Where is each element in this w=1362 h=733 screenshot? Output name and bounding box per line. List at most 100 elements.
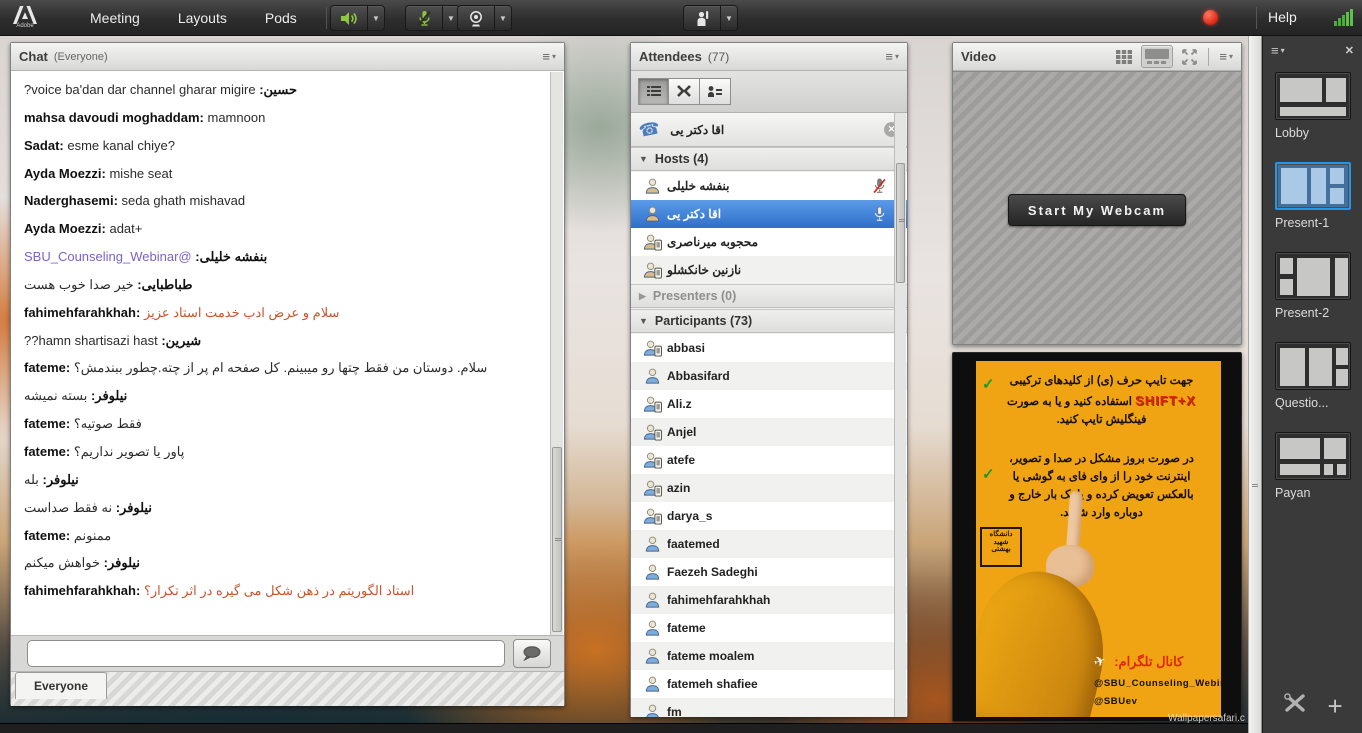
host-role-icon (643, 177, 667, 195)
menu-layouts[interactable]: Layouts (178, 10, 227, 26)
attendee-row[interactable]: Ali.z (631, 390, 907, 418)
chat-input[interactable] (27, 640, 505, 667)
speaker-button[interactable] (331, 6, 367, 30)
attendee-row[interactable]: azin (631, 474, 907, 502)
chat-message: نیلوفر: بسته نمیشه (24, 387, 540, 406)
chat-scrollbar-thumb[interactable] (552, 447, 562, 632)
video-pod-menu-button[interactable]: ≡▾ (1219, 49, 1233, 64)
attendees-toolbar (631, 71, 907, 113)
layout-thumbnail[interactable] (1275, 252, 1351, 300)
attendee-row[interactable]: اقا دکتر یی (631, 200, 907, 228)
phone-speaker-icon: ☎ (637, 118, 662, 142)
layout-item-lobby[interactable]: Lobby (1275, 72, 1355, 140)
hosts-section-label: Hosts (4) (655, 152, 708, 166)
layouts-menu-button[interactable]: ≡▾ (1271, 43, 1285, 58)
video-pod: Video (952, 42, 1242, 345)
speaker-dropdown-caret[interactable]: ▼ (367, 6, 384, 30)
attendee-row[interactable]: Faezeh Sadeghi (631, 558, 907, 586)
attendee-name: fm (667, 705, 890, 717)
chat-message: fateme: ممنونم (24, 527, 540, 546)
attendee-row[interactable]: fahimehfarahkhah (631, 586, 907, 614)
attendees-pod-menu-button[interactable]: ≡▾ (885, 49, 899, 64)
attendee-status-view-button[interactable] (700, 78, 731, 105)
attendee-name: محجوبه میرناصری (667, 235, 868, 249)
chat-pod-menu-button[interactable]: ≡▾ (542, 49, 556, 64)
university-seal: دانشگاه شهید بهشتی (980, 527, 1022, 567)
chat-message-text: voice ba'dan dar channel gharar migire? (24, 82, 259, 97)
chat-message-author: نیلوفر: (43, 472, 79, 487)
connection-signal-icon[interactable] (1334, 8, 1356, 31)
attendee-row[interactable]: Abbasifard (631, 362, 907, 390)
attendees-pod-header: Attendees (77) ≡▾ (631, 43, 907, 71)
attendee-name: abbasi (667, 341, 890, 355)
layout-thumbnail[interactable] (1275, 432, 1351, 480)
layout-tools-button[interactable] (1283, 692, 1307, 719)
layout-item-payan[interactable]: Payan (1275, 432, 1355, 500)
video-filmstrip-view-button[interactable] (1141, 45, 1173, 68)
attendee-row[interactable]: fm (631, 698, 907, 717)
paper-plane-icon: ✈ (1091, 652, 1108, 672)
attendee-list-view-button[interactable] (638, 78, 669, 105)
layout-item-present2[interactable]: Present-2 (1275, 252, 1355, 320)
attendee-row[interactable]: fatemeh shafiee (631, 670, 907, 698)
participant-icon (643, 535, 667, 553)
participants-section-header[interactable]: ▼ Participants (73) (631, 309, 907, 333)
chat-tab-everyone[interactable]: Everyone (15, 672, 107, 699)
microphone-button[interactable] (406, 6, 442, 30)
help-menu[interactable]: Help (1268, 9, 1297, 25)
layout-label: Questio... (1275, 396, 1355, 410)
speaker-icon (340, 10, 359, 27)
attendee-row[interactable]: darya_s (631, 502, 907, 530)
attendees-count: (77) (708, 50, 729, 64)
attendee-row[interactable]: نازنین خانکشلو (631, 256, 907, 284)
video-fullscreen-button[interactable] (1179, 47, 1200, 67)
presenters-section-header[interactable]: ▶ Presenters (0) (631, 284, 907, 308)
chat-message-author: Naderghasemi: (24, 193, 118, 208)
attendee-row[interactable]: atefe (631, 446, 907, 474)
attendee-row[interactable]: abbasi (631, 334, 907, 362)
collapse-triangle-icon: ▼ (639, 316, 648, 326)
participants-section-label: Participants (73) (655, 314, 752, 328)
attendee-row[interactable]: بنفشه خلیلی (631, 172, 907, 200)
stage-sidebar-gutter[interactable] (1248, 36, 1262, 733)
participant-icon (643, 591, 667, 609)
attendee-row[interactable]: faatemed (631, 530, 907, 558)
attendee-row[interactable]: محجوبه میرناصری (631, 228, 907, 256)
chat-message: حسین: voice ba'dan dar channel gharar mi… (24, 81, 540, 100)
webcam-dropdown-caret[interactable]: ▼ (494, 6, 511, 30)
layout-thumbnail[interactable] (1275, 162, 1351, 210)
layouts-close-button[interactable]: ✕ (1345, 44, 1354, 57)
attendees-scrollbar[interactable] (894, 113, 906, 717)
stage-bottom-edge (0, 723, 1248, 733)
chat-message: نیلوفر: بله (24, 471, 540, 490)
add-layout-button[interactable]: + (1328, 696, 1343, 716)
record-indicator[interactable] (1203, 10, 1218, 25)
attendee-name: fateme (667, 621, 890, 635)
start-webcam-button[interactable]: Start My Webcam (1008, 194, 1186, 226)
attendees-scrollbar-thumb[interactable] (896, 163, 905, 283)
chat-scrollbar[interactable] (550, 72, 563, 635)
chat-message-link[interactable]: @SBU_Counseling_Webinar (24, 249, 195, 264)
menu-pods[interactable]: Pods (265, 10, 297, 26)
hosts-section-header[interactable]: ▼ Hosts (4) (631, 147, 907, 171)
layout-thumbnail[interactable] (1275, 72, 1351, 120)
raise-hand-button[interactable] (684, 6, 720, 30)
chat-message: نیلوفر: نه فقط صداست (24, 499, 540, 518)
raise-hand-button-group: ▼ (683, 5, 738, 31)
attendee-row[interactable]: fateme (631, 614, 907, 642)
chat-message-author: fateme: (24, 360, 70, 375)
menu-meeting[interactable]: Meeting (90, 10, 140, 26)
breakout-view-button[interactable] (669, 78, 700, 105)
attendee-row[interactable]: fateme moalem (631, 642, 907, 670)
participant-icon (643, 619, 667, 637)
chat-message-text: بسته نمیشه (24, 388, 91, 403)
top-menu-bar: Adobe Meeting Layouts Pods Audio ▼ (0, 0, 1362, 36)
video-grid-view-button[interactable] (1113, 47, 1135, 67)
layout-item-present1[interactable]: Present-1 (1275, 162, 1355, 230)
layout-thumbnail[interactable] (1275, 342, 1351, 390)
layout-item-questio[interactable]: Questio... (1275, 342, 1355, 410)
raise-hand-dropdown-caret[interactable]: ▼ (720, 6, 737, 30)
attendee-row[interactable]: Anjel (631, 418, 907, 446)
webcam-button[interactable] (458, 6, 494, 30)
chat-send-button[interactable] (513, 639, 551, 668)
